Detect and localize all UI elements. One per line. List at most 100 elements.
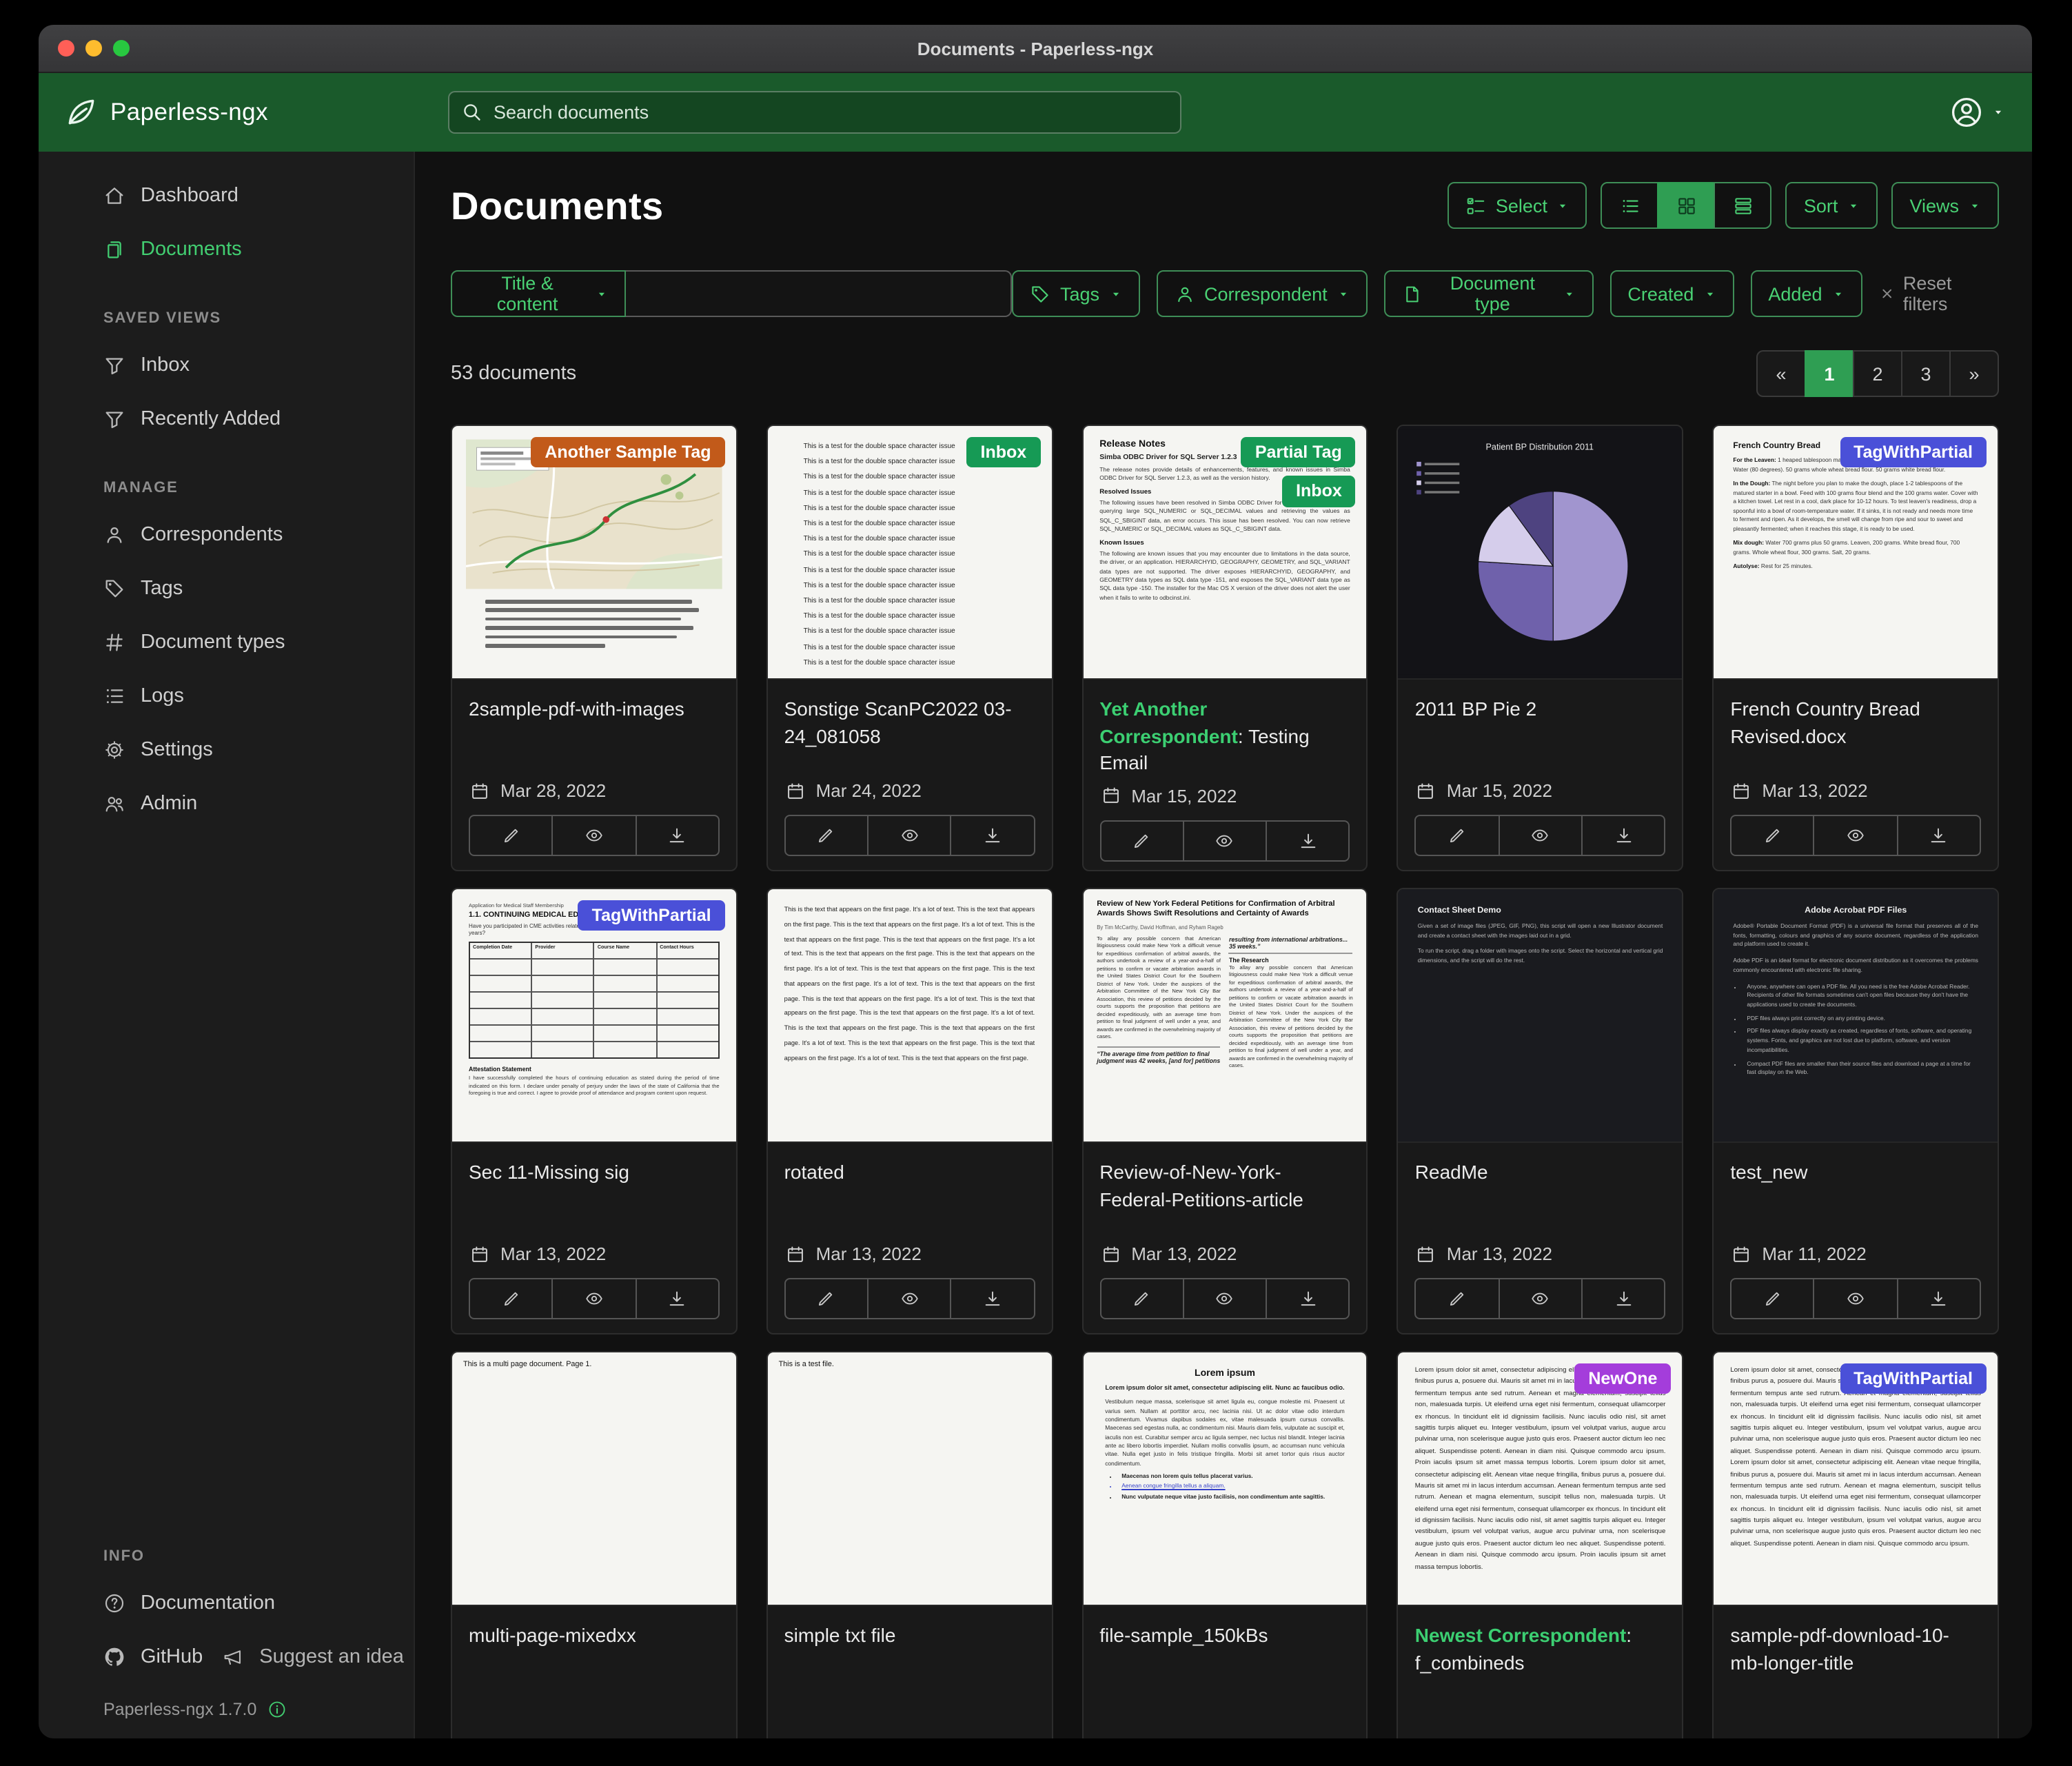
document-title[interactable]: Newest Correspondent: f_combineds bbox=[1415, 1623, 1666, 1676]
sidebar-item-correspondents[interactable]: Correspondents bbox=[39, 507, 414, 561]
document-correspondent[interactable]: Newest Correspondent bbox=[1415, 1624, 1627, 1646]
document-title[interactable]: Sec 11-Missing sig bbox=[469, 1159, 720, 1186]
view-document-button[interactable] bbox=[1814, 1278, 1898, 1319]
document-thumbnail[interactable]: Lorem ipsum dolor sit amet, consectetur … bbox=[1714, 1352, 1998, 1606]
download-document-button[interactable] bbox=[635, 815, 720, 856]
document-correspondent[interactable]: Yet Another Correspondent bbox=[1099, 698, 1238, 747]
document-title[interactable]: sample-pdf-download-10-mb-longer-title bbox=[1730, 1623, 1981, 1676]
download-document-button[interactable] bbox=[1266, 820, 1350, 862]
document-title[interactable]: file-sample_150kBs bbox=[1099, 1623, 1350, 1650]
sidebar-item-suggest-an-idea[interactable]: Suggest an idea bbox=[203, 1630, 404, 1683]
document-thumbnail[interactable]: Application for Medical Staff Membership… bbox=[452, 889, 736, 1143]
document-thumbnail[interactable]: This is the text that appears on the fir… bbox=[768, 889, 1052, 1143]
view-document-button[interactable] bbox=[1183, 820, 1268, 862]
download-document-button[interactable] bbox=[1896, 1278, 1981, 1319]
view-document-button[interactable] bbox=[867, 1278, 952, 1319]
minimize-window-button[interactable] bbox=[85, 40, 102, 57]
view-document-button[interactable] bbox=[1498, 1278, 1583, 1319]
title-content-filter-button[interactable]: Title & content bbox=[451, 270, 626, 317]
document-thumbnail[interactable]: Review of New York Federal Petitions for… bbox=[1083, 889, 1367, 1143]
close-window-button[interactable] bbox=[58, 40, 74, 57]
document-title[interactable]: French Country Bread Revised.docx bbox=[1730, 696, 1981, 750]
download-document-button[interactable] bbox=[951, 815, 1035, 856]
edit-document-button[interactable] bbox=[1099, 820, 1184, 862]
document-tag[interactable]: TagWithPartial bbox=[578, 900, 725, 931]
view-grid-button[interactable] bbox=[1658, 182, 1716, 229]
document-tag[interactable]: Inbox bbox=[967, 437, 1041, 468]
sidebar-item-documentation[interactable]: Documentation bbox=[39, 1576, 414, 1630]
document-tag[interactable]: NewOne bbox=[1574, 1363, 1671, 1394]
document-type-filter-button[interactable]: Document type bbox=[1384, 270, 1594, 317]
edit-document-button[interactable] bbox=[1730, 815, 1815, 856]
sidebar-item-recently-added[interactable]: Recently Added bbox=[39, 392, 414, 445]
edit-document-button[interactable] bbox=[784, 1278, 869, 1319]
sort-button[interactable]: Sort bbox=[1786, 182, 1878, 229]
document-tag[interactable]: TagWithPartial bbox=[1840, 1363, 1987, 1394]
view-document-button[interactable] bbox=[552, 1278, 637, 1319]
select-button[interactable]: Select bbox=[1448, 182, 1587, 229]
download-document-button[interactable] bbox=[635, 1278, 720, 1319]
document-title[interactable]: ReadMe bbox=[1415, 1159, 1666, 1186]
sidebar-item-github[interactable]: GitHub bbox=[39, 1630, 203, 1683]
document-thumbnail[interactable]: Contact Sheet DemoGiven a set of image f… bbox=[1399, 889, 1683, 1143]
sidebar-item-dashboard[interactable]: Dashboard bbox=[39, 168, 414, 222]
edit-document-button[interactable] bbox=[1415, 1278, 1500, 1319]
document-tag[interactable]: TagWithPartial bbox=[1840, 437, 1987, 468]
sidebar-item-document-types[interactable]: Document types bbox=[39, 615, 414, 669]
zoom-window-button[interactable] bbox=[113, 40, 130, 57]
document-tag[interactable]: Another Sample Tag bbox=[531, 437, 724, 468]
document-title[interactable]: multi-page-mixedxx bbox=[469, 1623, 720, 1650]
title-content-filter-input[interactable] bbox=[626, 270, 1012, 317]
search-input[interactable] bbox=[448, 91, 1181, 134]
document-title[interactable]: Sonstige ScanPC2022 03-24_081058 bbox=[784, 696, 1035, 750]
correspondent-filter-button[interactable]: Correspondent bbox=[1156, 270, 1368, 317]
document-thumbnail[interactable]: Adobe Acrobat PDF FilesAdobe® Portable D… bbox=[1714, 889, 1998, 1143]
sidebar-item-admin[interactable]: Admin bbox=[39, 776, 414, 830]
added-filter-button[interactable]: Added bbox=[1750, 270, 1862, 317]
sidebar-item-logs[interactable]: Logs bbox=[39, 669, 414, 722]
document-thumbnail[interactable]: Lorem ipsum dolor sit amet, consectetur … bbox=[1399, 1352, 1683, 1606]
document-title[interactable]: 2sample-pdf-with-images bbox=[469, 696, 720, 723]
edit-document-button[interactable] bbox=[784, 815, 869, 856]
sidebar-item-tags[interactable]: Tags bbox=[39, 561, 414, 615]
pagination-next[interactable]: » bbox=[1949, 350, 1999, 397]
pagination-page-2[interactable]: 2 bbox=[1853, 350, 1902, 397]
edit-document-button[interactable] bbox=[1099, 1278, 1184, 1319]
sidebar-item-settings[interactable]: Settings bbox=[39, 722, 414, 776]
pagination-page-1[interactable]: 1 bbox=[1805, 350, 1854, 397]
pagination-page-3[interactable]: 3 bbox=[1901, 350, 1951, 397]
document-title[interactable]: simple txt file bbox=[784, 1623, 1035, 1650]
download-document-button[interactable] bbox=[1581, 1278, 1666, 1319]
view-document-button[interactable] bbox=[1498, 815, 1583, 856]
download-document-button[interactable] bbox=[1581, 815, 1666, 856]
sidebar-item-inbox[interactable]: Inbox bbox=[39, 338, 414, 392]
document-tag[interactable]: Partial Tag bbox=[1241, 437, 1356, 468]
download-document-button[interactable] bbox=[1896, 815, 1981, 856]
edit-document-button[interactable] bbox=[469, 815, 553, 856]
view-document-button[interactable] bbox=[1814, 815, 1898, 856]
info-icon[interactable] bbox=[267, 1700, 287, 1719]
created-filter-button[interactable]: Created bbox=[1609, 270, 1734, 317]
reset-filters-button[interactable]: Reset filters bbox=[1879, 273, 2000, 314]
view-document-button[interactable] bbox=[867, 815, 952, 856]
document-thumbnail[interactable]: Patient BP Distribution 2011 bbox=[1399, 426, 1683, 680]
sidebar-item-documents[interactable]: Documents bbox=[39, 222, 414, 276]
document-title[interactable]: test_new bbox=[1730, 1159, 1981, 1186]
download-document-button[interactable] bbox=[951, 1278, 1035, 1319]
document-title[interactable]: rotated bbox=[784, 1159, 1035, 1186]
views-button[interactable]: Views bbox=[1891, 182, 1999, 229]
document-tag[interactable]: Inbox bbox=[1282, 476, 1356, 507]
edit-document-button[interactable] bbox=[1730, 1278, 1815, 1319]
document-thumbnail[interactable]: This is a multi page document. Page 1. bbox=[452, 1352, 736, 1606]
view-document-button[interactable] bbox=[552, 815, 637, 856]
edit-document-button[interactable] bbox=[1415, 815, 1500, 856]
document-thumbnail[interactable]: This is a test for the double space char… bbox=[768, 426, 1052, 680]
pagination-prev[interactable]: « bbox=[1756, 350, 1806, 397]
document-title[interactable]: 2011 BP Pie 2 bbox=[1415, 696, 1666, 723]
document-thumbnail[interactable]: This is a test file. bbox=[768, 1352, 1052, 1606]
document-title[interactable]: Yet Another Correspondent: Testing Email bbox=[1099, 696, 1350, 778]
document-thumbnail[interactable]: Lorem ipsumLorem ipsum dolor sit amet, c… bbox=[1083, 1352, 1367, 1606]
document-thumbnail[interactable]: French Country BreadFor the Leaven: 1 he… bbox=[1714, 426, 1998, 680]
brand[interactable]: Paperless-ngx bbox=[63, 95, 448, 130]
tags-filter-button[interactable]: Tags bbox=[1012, 270, 1139, 317]
